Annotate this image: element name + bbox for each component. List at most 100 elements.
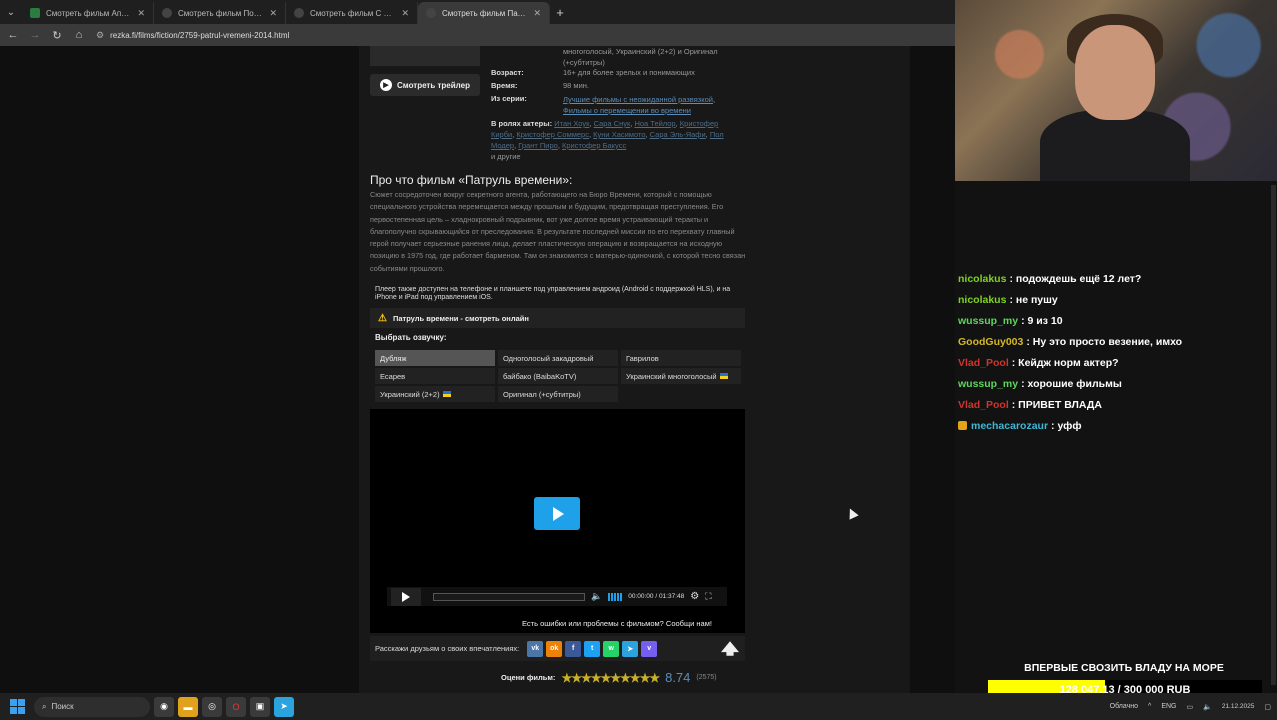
chat-username[interactable]: wussup_my xyxy=(958,315,1018,327)
webcam-feed xyxy=(955,0,1277,181)
site-info-icon[interactable]: ⚙ xyxy=(96,30,104,41)
rating-star[interactable]: ★ xyxy=(571,671,582,685)
tab-search-icon[interactable]: ⌄ xyxy=(0,0,22,24)
rating-star[interactable]: ★ xyxy=(649,671,660,685)
progress-bar[interactable] xyxy=(433,592,585,601)
share-label: Расскажи друзьям о своих впечатлениях: xyxy=(375,644,520,653)
network-icon[interactable]: ▭ xyxy=(1186,703,1193,711)
trailer-label: Смотреть трейлер xyxy=(397,80,470,90)
fullscreen-icon[interactable]: ⛶ xyxy=(705,591,711,602)
ok-icon[interactable]: ok xyxy=(546,640,563,657)
dub-option[interactable]: Есарев xyxy=(375,368,495,384)
poster-image[interactable] xyxy=(370,46,480,66)
tab-title: Смотреть фильм Патруль врем xyxy=(442,8,527,18)
chrome-icon[interactable]: ◉ xyxy=(154,696,174,717)
forward-icon[interactable]: → xyxy=(26,26,44,44)
ukraine-flag-icon xyxy=(719,373,728,379)
telegram-icon[interactable]: ➤ xyxy=(622,640,639,657)
trailer-button[interactable]: ▶ Смотреть трейлер xyxy=(370,74,480,96)
video-player[interactable]: 🔈 00:00:00 / 01:37:48 ⚙ ⛶ xyxy=(370,409,745,633)
scroll-up-icon[interactable] xyxy=(721,641,739,656)
facebook-icon[interactable]: f xyxy=(565,640,582,657)
dub-option[interactable]: Одноголосый закадровый xyxy=(498,350,618,366)
close-tab-icon[interactable]: ✕ xyxy=(137,8,145,19)
dub-option[interactable]: Оригинал (+субтитры) xyxy=(498,386,618,402)
reload-icon[interactable]: ↻ xyxy=(48,26,66,44)
dub-option[interactable]: Украинский многоголосый xyxy=(621,368,741,384)
volume-icon[interactable]: 🔈 xyxy=(591,591,602,602)
rating-votes: (2575) xyxy=(696,674,717,681)
chat-username[interactable]: Vlad_Pool xyxy=(958,357,1009,369)
rating-star[interactable]: ★ xyxy=(620,671,631,685)
dub-option[interactable]: байбако (BaibaKoTV) xyxy=(498,368,618,384)
settings-icon[interactable]: ⚙ xyxy=(690,591,699,602)
side-scrollbar[interactable] xyxy=(1270,181,1277,693)
rating-star[interactable]: ★ xyxy=(630,671,641,685)
actor-link[interactable]: Кристофер Соммерс xyxy=(516,130,589,139)
rating-star[interactable]: ★ xyxy=(601,671,612,685)
app-icon[interactable]: ◎ xyxy=(202,696,222,717)
whatsapp-icon[interactable]: w xyxy=(603,640,620,657)
folder-icon[interactable]: ▬ xyxy=(178,696,198,717)
new-tab-button[interactable]: + xyxy=(550,5,570,20)
browser-tab[interactable]: Смотреть фильм Патруль врем ✕ xyxy=(418,2,550,24)
actor-link[interactable]: Итан Хоук xyxy=(554,119,589,128)
volume-tray-icon[interactable]: 🔈 xyxy=(1203,703,1212,711)
telegram-app-icon[interactable]: ➤ xyxy=(274,696,294,717)
rating-star[interactable]: ★ xyxy=(591,671,602,685)
browser-tab[interactable]: Смотреть фильм С широко за ✕ xyxy=(286,2,418,24)
close-tab-icon[interactable]: ✕ xyxy=(269,8,277,19)
browser-tab[interactable]: Смотреть фильм Апокалипсис ✕ xyxy=(22,2,154,24)
browser-tab[interactable]: Смотреть фильм Последний к ✕ xyxy=(154,2,286,24)
chat-username[interactable]: GoodGuy003 xyxy=(958,336,1023,348)
actor-link[interactable]: Ноа Тейлор xyxy=(634,119,675,128)
actor-link[interactable]: Сара Снук xyxy=(594,119,631,128)
actor-link[interactable]: Сара Эль-Яафи xyxy=(650,130,706,139)
dub-option[interactable]: Украинский (2+2) xyxy=(375,386,495,402)
chat-text: : Ну это просто везение, имхо xyxy=(1026,335,1183,348)
close-tab-icon[interactable]: ✕ xyxy=(401,8,409,19)
rating-star[interactable]: ★ xyxy=(561,671,572,685)
chat-username[interactable]: Vlad_Pool xyxy=(958,399,1009,411)
dub-options: Дубляж Одноголосый закадровый Гаврилов Есар… xyxy=(375,350,741,402)
rating-stars[interactable]: ★★★★★★★★★★ xyxy=(561,671,660,685)
tray-chevron-icon[interactable]: ^ xyxy=(1148,703,1151,710)
clock[interactable]: 21.12.2025 xyxy=(1222,702,1255,711)
home-icon[interactable]: ⌂ xyxy=(70,26,88,44)
watch-online-bar: ⚠ Патруль времени - смотреть онлайн xyxy=(370,308,745,328)
series-link[interactable]: Фильмы о перемещении во времени xyxy=(563,106,691,115)
chat-message: wussup_my: 9 из 10 xyxy=(958,310,1268,331)
language-indicator[interactable]: ENG xyxy=(1161,703,1176,710)
volume-slider[interactable] xyxy=(608,592,623,601)
notification-icon[interactable]: ▢ xyxy=(1264,703,1271,711)
play-button[interactable] xyxy=(391,587,421,606)
vk-icon[interactable]: vk xyxy=(527,640,544,657)
windows-start-icon[interactable] xyxy=(6,696,28,718)
dub-option[interactable]: Гаврилов xyxy=(621,350,741,366)
close-tab-icon[interactable]: ✕ xyxy=(533,8,541,19)
chat-username[interactable]: nicolakus xyxy=(958,273,1006,285)
url-field[interactable]: ⚙ rezka.fi/films/fiction/2759-patrul-vre… xyxy=(92,26,955,44)
series-label: Из серии: xyxy=(491,94,527,103)
chat-username[interactable]: mechacarozaur xyxy=(971,420,1048,432)
rating-star[interactable]: ★ xyxy=(581,671,592,685)
viber-icon[interactable]: v xyxy=(641,640,658,657)
opera-icon[interactable]: O xyxy=(226,696,246,717)
chat-username[interactable]: nicolakus xyxy=(958,294,1006,306)
big-play-button[interactable] xyxy=(534,497,580,530)
terminal-icon[interactable]: ▣ xyxy=(250,696,270,717)
actor-link[interactable]: Куни Хасимото xyxy=(593,130,645,139)
chat-username[interactable]: wussup_my xyxy=(958,378,1018,390)
rating-star[interactable]: ★ xyxy=(610,671,621,685)
back-icon[interactable]: ← xyxy=(4,26,22,44)
report-errors-link[interactable]: Есть ошибки или проблемы с фильмом? Сооб… xyxy=(522,619,712,628)
dub-option[interactable]: Дубляж xyxy=(375,350,495,366)
chat-text: : хорошие фильмы xyxy=(1021,377,1122,390)
actor-link[interactable]: Грант Пиро xyxy=(518,141,558,150)
rating-star[interactable]: ★ xyxy=(640,671,651,685)
chat-text: : 9 из 10 xyxy=(1021,314,1063,327)
actor-link[interactable]: Кристофер Бакусс xyxy=(562,141,626,150)
series-link[interactable]: Лучшие фильмы с неожиданной развязкой xyxy=(563,95,713,104)
taskbar-search[interactable]: ⌕ Поиск xyxy=(34,696,150,717)
twitter-icon[interactable]: t xyxy=(584,640,601,657)
